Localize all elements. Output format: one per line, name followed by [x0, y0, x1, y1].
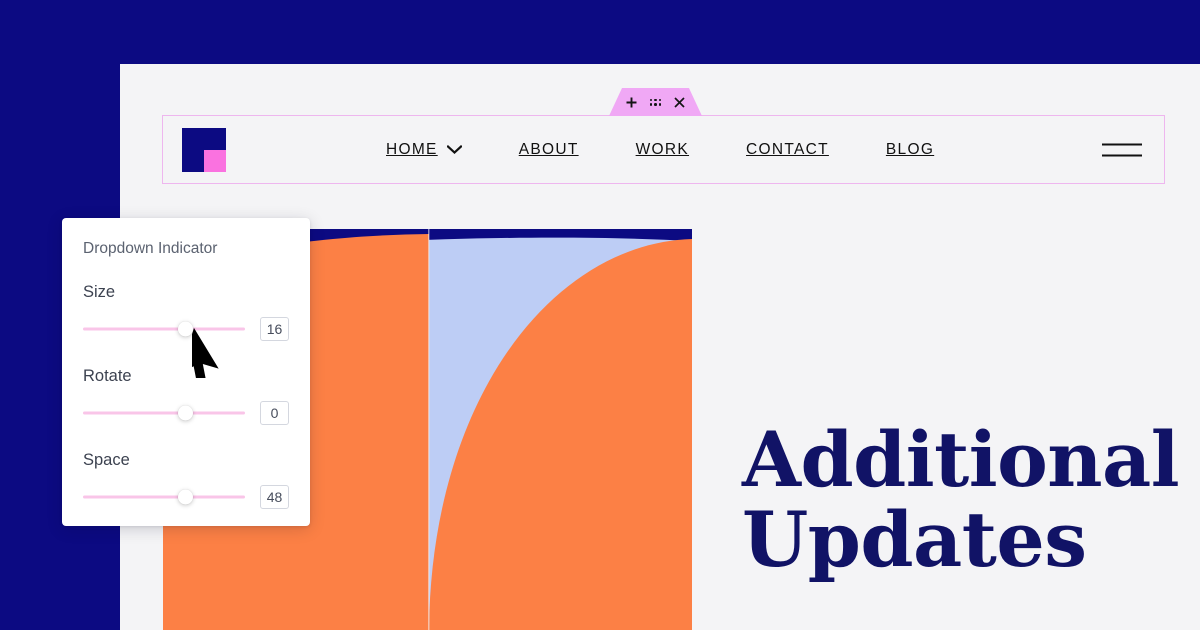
hamburger-line: [1102, 154, 1142, 156]
nav-item-home-label: HOME: [386, 140, 438, 158]
slider-thumb[interactable]: [177, 489, 193, 505]
control-space: Space 48: [83, 451, 289, 509]
hamburger-line: [1102, 143, 1142, 145]
dot: [649, 103, 653, 106]
site-navbar: HOME ABOUT WORK CONTACT BLOG: [162, 115, 1165, 184]
logo-accent-square: [204, 149, 226, 172]
dot: [658, 103, 662, 106]
control-space-label: Space: [83, 451, 130, 469]
nav-item-work[interactable]: WORK: [636, 141, 689, 159]
slider-track: [83, 495, 245, 499]
block-toolbar: [609, 88, 702, 116]
panel-title: Dropdown Indicator: [83, 240, 218, 257]
control-size-label: Size: [83, 283, 116, 301]
size-value-input[interactable]: 16: [260, 317, 289, 341]
close-icon[interactable]: [674, 96, 685, 108]
slider-track: [83, 327, 245, 331]
dot: [658, 98, 662, 101]
control-rotate-label: Rotate: [83, 367, 132, 385]
slider-thumb[interactable]: [177, 405, 193, 421]
hamburger-menu-icon[interactable]: [1102, 143, 1142, 156]
plus-icon[interactable]: [626, 97, 637, 108]
dot: [654, 103, 657, 106]
nav-item-contact-label: CONTACT: [746, 140, 829, 158]
chevron-down-icon: [446, 145, 462, 154]
control-size: Size 16: [83, 283, 289, 341]
rotate-value-input[interactable]: 0: [260, 401, 289, 425]
nav-item-about-label: ABOUT: [518, 140, 579, 158]
site-logo[interactable]: [182, 127, 226, 172]
slider-track: [83, 411, 245, 415]
nav-item-blog-label: BLOG: [885, 140, 935, 158]
nav-item-blog[interactable]: BLOG: [886, 141, 934, 159]
dropdown-indicator-panel: Dropdown Indicator Size 16 Rotate 0 Spac…: [62, 218, 310, 526]
nav-links: HOME ABOUT WORK CONTACT BLOG: [386, 141, 934, 159]
hero-seam: [428, 229, 430, 630]
nav-item-contact[interactable]: CONTACT: [746, 141, 829, 159]
size-slider[interactable]: [83, 319, 245, 339]
dot: [654, 98, 657, 101]
nav-item-work-label: WORK: [635, 140, 690, 158]
hero-heading: Additional Updates: [742, 415, 1180, 584]
dot: [649, 98, 653, 101]
rotate-slider[interactable]: [83, 403, 245, 423]
space-slider[interactable]: [83, 487, 245, 507]
slider-thumb[interactable]: [177, 321, 193, 337]
space-value-input[interactable]: 48: [260, 485, 289, 509]
nav-item-about[interactable]: ABOUT: [519, 141, 579, 159]
screenshot-root: Additional Updates HOME ABOUT WORK CONTA…: [0, 0, 1200, 630]
nav-item-home[interactable]: HOME: [386, 141, 462, 159]
control-rotate: Rotate 0: [83, 367, 289, 425]
drag-handle-icon[interactable]: [649, 98, 662, 106]
